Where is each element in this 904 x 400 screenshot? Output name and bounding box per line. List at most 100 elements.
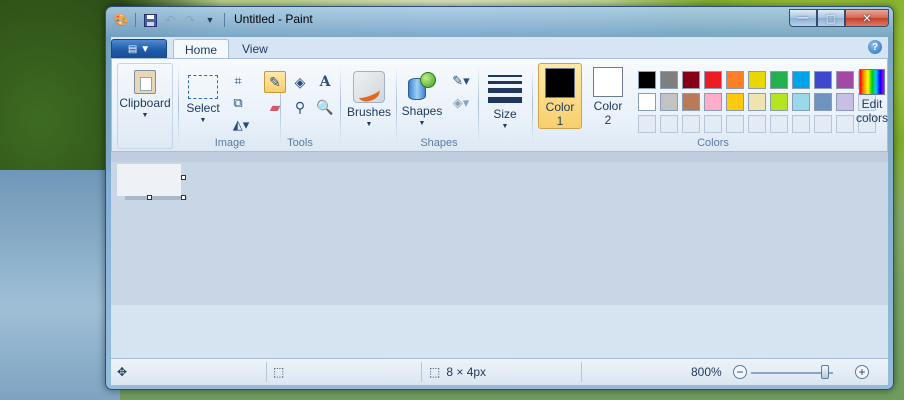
resize-handle-right[interactable] xyxy=(181,175,186,180)
ball-shape xyxy=(420,72,436,88)
palette-color[interactable] xyxy=(682,71,700,89)
custom-color-slot[interactable] xyxy=(638,115,656,133)
custom-color-slot[interactable] xyxy=(682,115,700,133)
outline-icon[interactable]: ✎▾ xyxy=(448,71,474,91)
title-bar: 🎨 ↶ ↷ ▼ Untitled - Paint — ▢ ✕ xyxy=(106,7,893,33)
custom-color-slot[interactable] xyxy=(726,115,744,133)
brushes-button[interactable]: Brushes ▼ xyxy=(342,67,396,128)
maximize-button[interactable]: ▢ xyxy=(817,9,845,27)
palette-color[interactable] xyxy=(770,71,788,89)
quick-access-toolbar: 🎨 ↶ ↷ ▼ xyxy=(112,11,228,29)
status-separator xyxy=(421,362,422,382)
paint-menu-button[interactable]: ▤ ▼ xyxy=(111,39,167,59)
customize-qat-icon[interactable]: ▼ xyxy=(201,11,219,29)
palette-color[interactable] xyxy=(792,71,810,89)
brushes-group: Brushes ▼ xyxy=(342,61,396,151)
clipboard-group: Clipboard ▼ xyxy=(114,61,176,151)
size-group: Size ▼ xyxy=(480,61,530,151)
image-size-text: 8 × 4px xyxy=(446,365,487,379)
palette-color[interactable] xyxy=(770,93,788,111)
size-button[interactable]: Size ▼ xyxy=(480,67,530,130)
pencil-icon[interactable]: ✎ xyxy=(264,71,286,93)
select-button[interactable]: Select ▼ xyxy=(180,71,226,124)
paint-app-icon[interactable]: 🎨 xyxy=(112,11,130,29)
palette-color[interactable] xyxy=(638,71,656,89)
qat-separator xyxy=(224,13,225,27)
magnifier-icon[interactable]: 🔍 xyxy=(314,96,336,118)
zoom-out-button[interactable]: − xyxy=(733,365,747,379)
resize-handle-bottom[interactable] xyxy=(147,195,152,200)
group-separator xyxy=(178,65,179,145)
fill-bucket-icon[interactable]: ◈ xyxy=(289,71,311,93)
palette-color[interactable] xyxy=(726,93,744,111)
line-size-icon xyxy=(488,75,522,103)
select-rectangle-icon xyxy=(188,75,218,99)
palette-color[interactable] xyxy=(792,93,810,111)
clipboard-icon xyxy=(134,70,156,94)
canvas-lower-region xyxy=(111,305,888,358)
zoom-in-button[interactable]: + xyxy=(855,365,869,379)
rotate-icon[interactable]: ◭▾ xyxy=(228,115,254,135)
custom-color-slot[interactable] xyxy=(748,115,766,133)
custom-color-slot[interactable] xyxy=(660,115,678,133)
palette-color[interactable] xyxy=(814,71,832,89)
fill-icon[interactable]: ◈▾ xyxy=(448,93,474,113)
custom-color-slot[interactable] xyxy=(814,115,832,133)
status-separator xyxy=(581,362,582,382)
edit-colors-button[interactable]: Edit colors xyxy=(847,67,897,125)
ribbon-tab-strip: ▤ ▼ Home View ? xyxy=(111,37,888,59)
close-button[interactable]: ✕ xyxy=(845,9,889,27)
chevron-down-icon: ▼ xyxy=(141,112,149,119)
image-size-indicator: ⬚ 8 × 4px xyxy=(429,365,486,379)
size-label: Size xyxy=(493,107,517,121)
cursor-position-icon: ✥ xyxy=(117,365,128,379)
drawing-canvas[interactable] xyxy=(117,164,181,196)
zoom-slider-thumb[interactable] xyxy=(820,365,829,379)
resize-handle-corner[interactable] xyxy=(181,195,186,200)
color-picker-icon[interactable]: ⚲ xyxy=(289,96,311,118)
redo-icon[interactable]: ↷ xyxy=(181,11,199,29)
palette-color[interactable] xyxy=(704,93,722,111)
shapes-button[interactable]: Shapes ▼ xyxy=(398,67,446,127)
palette-color[interactable] xyxy=(638,93,656,111)
chevron-down-icon: ▼ xyxy=(140,43,151,55)
color-2-label: Color xyxy=(593,99,623,113)
save-icon[interactable] xyxy=(141,11,159,29)
palette-color[interactable] xyxy=(814,93,832,111)
tab-home[interactable]: Home xyxy=(173,39,230,59)
palette-color[interactable] xyxy=(748,71,766,89)
eraser-icon[interactable]: ▰ xyxy=(264,96,286,118)
palette-color[interactable] xyxy=(660,71,678,89)
zoom-level: 800% xyxy=(691,365,722,379)
custom-color-slot[interactable] xyxy=(704,115,722,133)
edit-colors-label: Edit xyxy=(861,97,883,111)
group-separator xyxy=(478,65,479,145)
window-title: Untitled - Paint xyxy=(234,12,313,26)
clipboard-button[interactable]: Clipboard ▼ xyxy=(117,63,173,149)
minimize-button[interactable]: — xyxy=(789,9,817,27)
paint-window: 🎨 ↶ ↷ ▼ Untitled - Paint — ▢ ✕ ▤ ▼ Home … xyxy=(105,6,894,390)
custom-color-slot[interactable] xyxy=(770,115,788,133)
qat-separator xyxy=(135,13,136,27)
resize-icon[interactable]: ⧉ xyxy=(228,93,248,113)
color-1-button[interactable]: Color 1 xyxy=(538,63,582,129)
palette-color[interactable] xyxy=(660,93,678,111)
color-1-label: Color xyxy=(545,100,575,114)
shapes-group-label: Shapes xyxy=(420,137,458,149)
minimize-icon: — xyxy=(797,12,809,24)
brushes-label: Brushes xyxy=(346,105,392,119)
palette-color[interactable] xyxy=(704,71,722,89)
canvas-area[interactable] xyxy=(111,152,888,358)
tab-view[interactable]: View xyxy=(231,39,279,59)
tools-grid: ✎ ◈ A ▰ ⚲ 🔍 xyxy=(264,71,336,118)
text-icon[interactable]: A xyxy=(314,71,336,93)
crop-icon[interactable]: ⌗ xyxy=(228,71,248,91)
custom-color-slot[interactable] xyxy=(792,115,810,133)
palette-color[interactable] xyxy=(682,93,700,111)
undo-icon[interactable]: ↶ xyxy=(161,11,179,29)
color-2-button[interactable]: Color 2 xyxy=(586,63,630,129)
window-controls: — ▢ ✕ xyxy=(789,9,889,27)
palette-color[interactable] xyxy=(748,93,766,111)
palette-color[interactable] xyxy=(726,71,744,89)
help-icon[interactable]: ? xyxy=(868,40,882,54)
